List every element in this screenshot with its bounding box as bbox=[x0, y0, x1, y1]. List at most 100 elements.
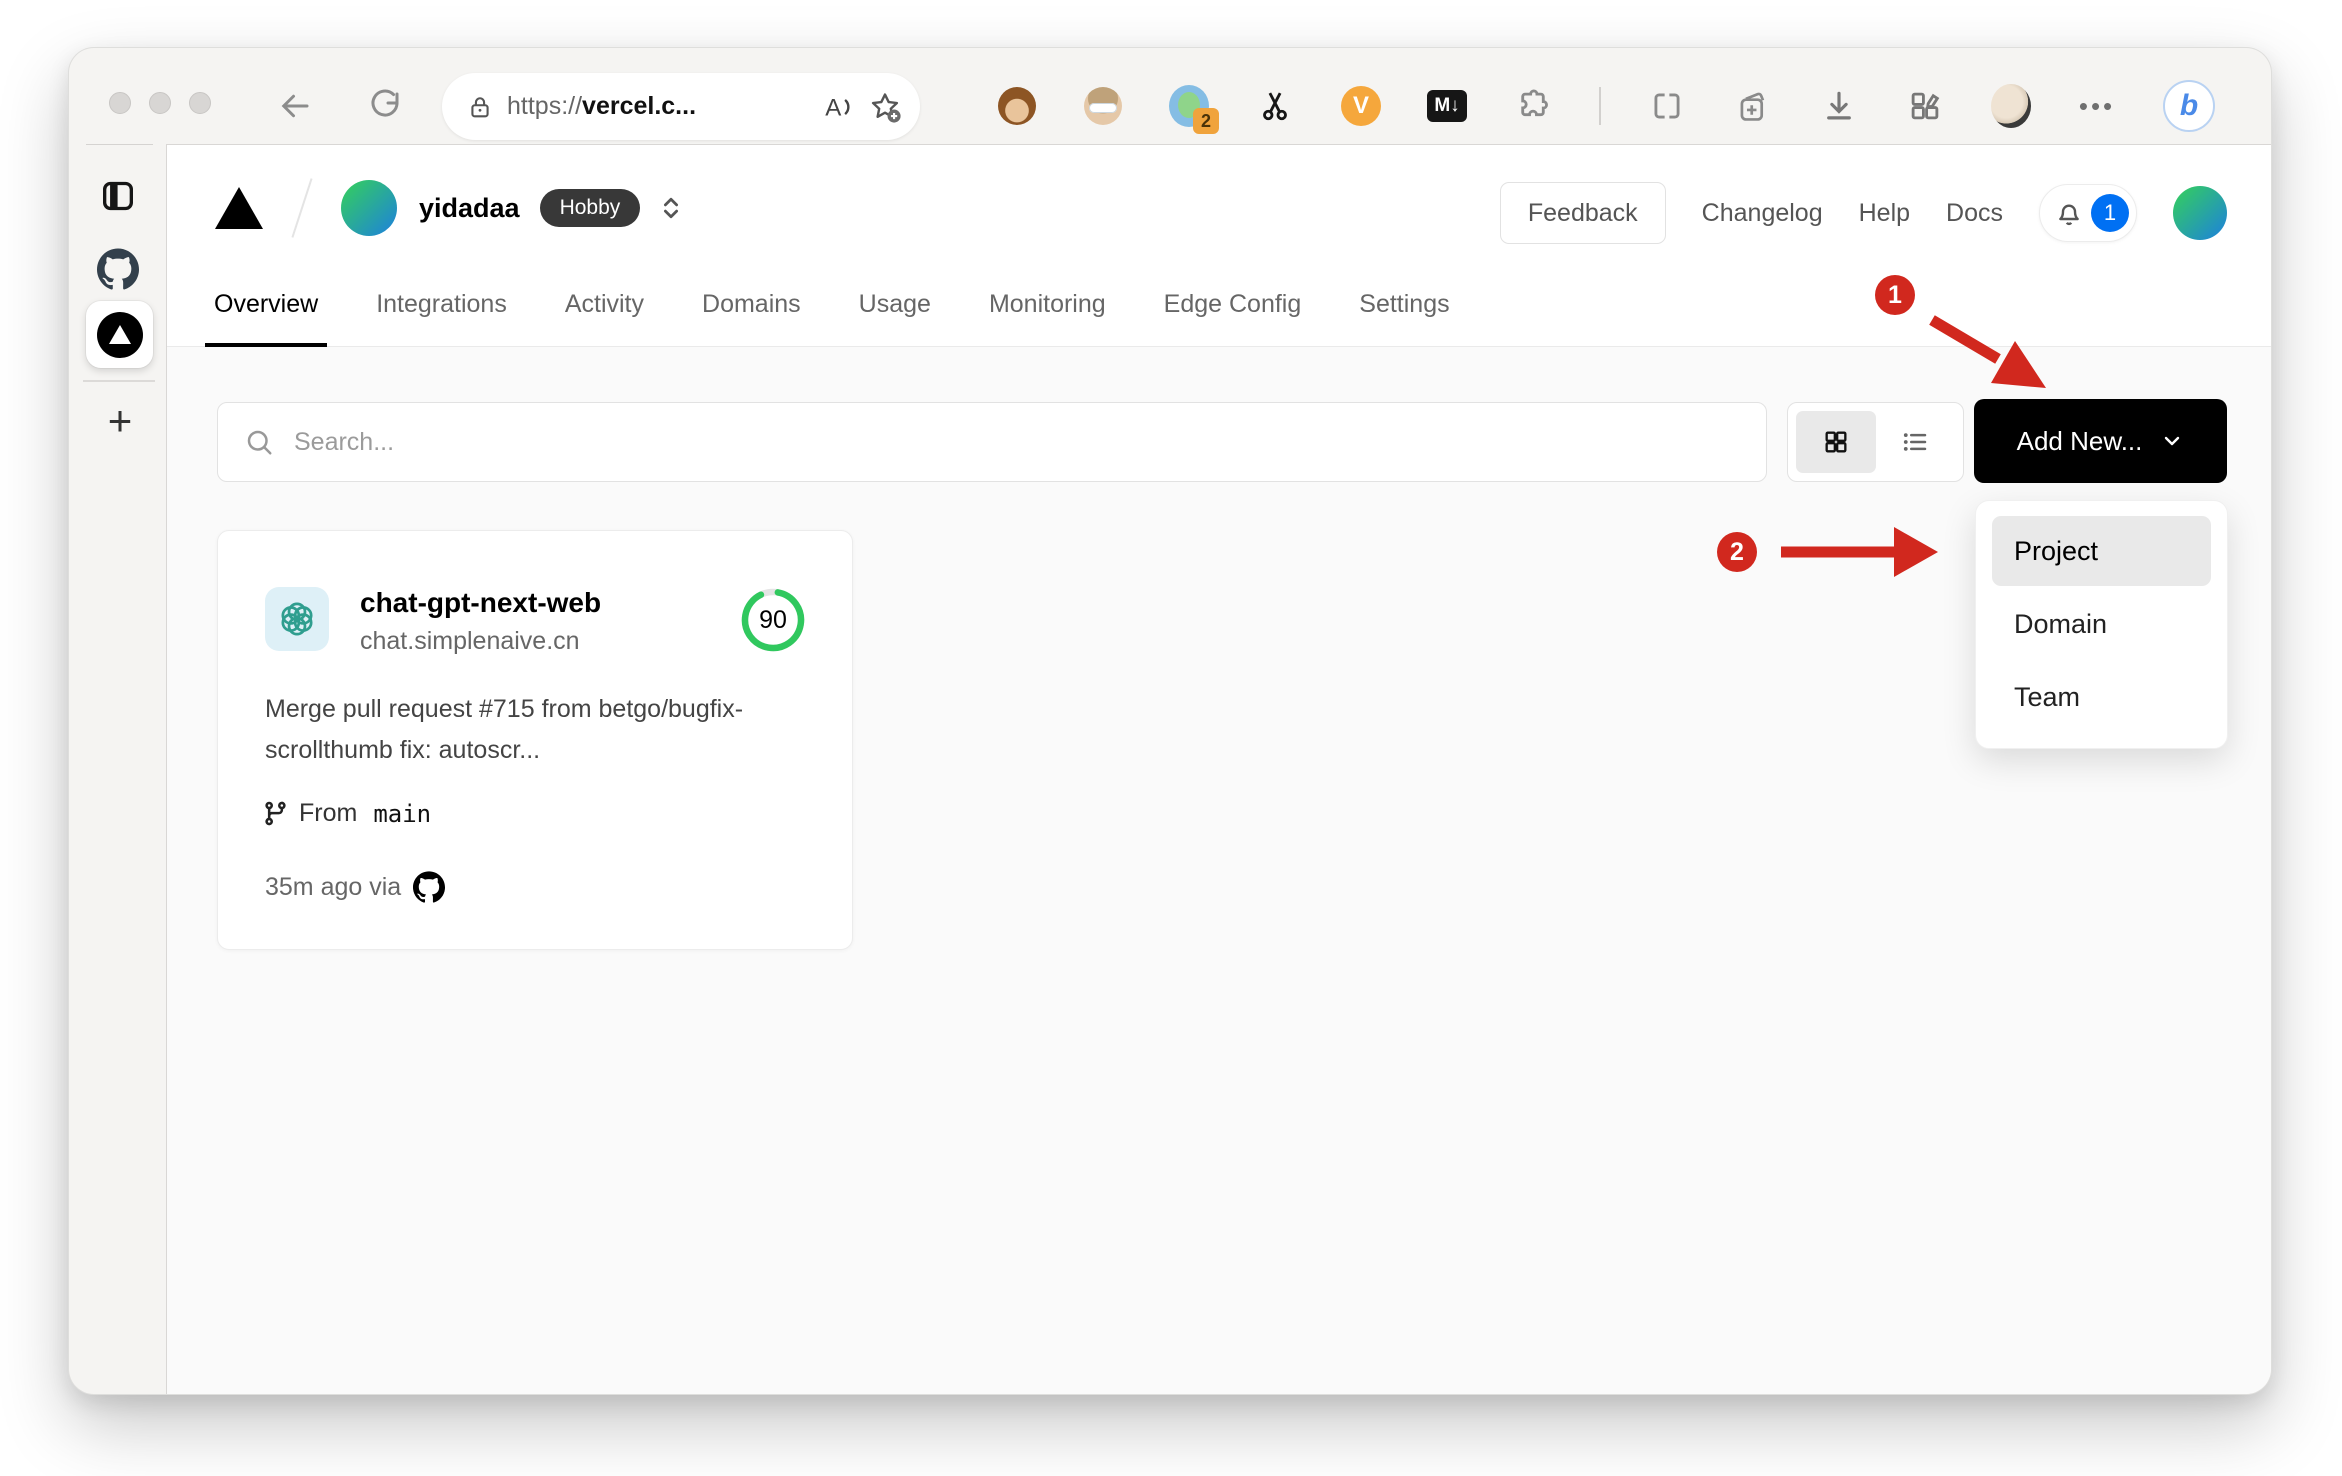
minimize-window-button[interactable] bbox=[149, 92, 171, 114]
reload-icon bbox=[371, 89, 399, 117]
list-view-button[interactable] bbox=[1876, 411, 1956, 473]
project-card[interactable]: chat-gpt-next-web chat.simplenaive.cn 90… bbox=[217, 530, 853, 950]
tab-overview[interactable]: Overview bbox=[204, 290, 328, 347]
more-menu-button[interactable]: ••• bbox=[2077, 86, 2117, 126]
dashboard-header: yidadaa Hobby Feedback Changelog Help Do… bbox=[167, 145, 2271, 347]
vercel-logo-icon[interactable] bbox=[215, 187, 263, 229]
sidebar-divider bbox=[86, 144, 153, 145]
openai-logo-icon bbox=[281, 602, 313, 636]
sidebar-vercel-tab-active[interactable] bbox=[86, 301, 153, 368]
read-aloud-icon[interactable]: A bbox=[821, 90, 855, 124]
commit-message: Merge pull request #715 from betgo/bugfi… bbox=[265, 695, 744, 764]
search-icon bbox=[247, 430, 272, 455]
branch-name: main bbox=[373, 799, 432, 828]
tab-monitoring[interactable]: Monitoring bbox=[986, 290, 1109, 346]
team-avatar[interactable] bbox=[341, 180, 397, 236]
split-screen-icon[interactable] bbox=[1647, 86, 1687, 126]
search-input[interactable] bbox=[294, 427, 1740, 457]
tab-domains[interactable]: Domains bbox=[699, 290, 804, 346]
apps-grid-icon[interactable] bbox=[1905, 86, 1945, 126]
dropdown-item-project[interactable]: Project bbox=[1992, 516, 2211, 586]
plan-badge: Hobby bbox=[539, 189, 641, 227]
team-name[interactable]: yidadaa bbox=[419, 193, 520, 224]
list-view-icon bbox=[1904, 433, 1927, 451]
scissors-extension-icon[interactable] bbox=[1255, 86, 1295, 126]
project-search bbox=[217, 402, 1767, 482]
dropdown-item-domain[interactable]: Domain bbox=[1992, 589, 2211, 659]
bell-icon bbox=[2059, 204, 2079, 226]
git-branch-icon bbox=[265, 801, 286, 826]
extension-badge: 2 bbox=[1193, 108, 1219, 134]
add-new-dropdown: Project Domain Team bbox=[1975, 500, 2228, 749]
add-favorite-star-icon[interactable] bbox=[868, 90, 902, 124]
monkey-extension-icon[interactable] bbox=[997, 86, 1037, 126]
deploy-meta: 35m ago via bbox=[265, 871, 446, 903]
view-toggle bbox=[1787, 402, 1964, 482]
sidebar-github-tab[interactable] bbox=[96, 247, 140, 291]
branch-row: From main bbox=[262, 799, 431, 828]
breadcrumb-slash bbox=[291, 178, 313, 238]
score-value: 90 bbox=[759, 605, 787, 634]
toolbar-extensions: 2 V M↓ ••• b bbox=[997, 78, 2215, 134]
window-controls bbox=[109, 92, 211, 114]
docs-link[interactable]: Docs bbox=[1946, 199, 2003, 228]
lock-icon bbox=[471, 96, 489, 117]
add-new-button[interactable]: Add New... bbox=[1974, 399, 2227, 483]
url-text: https://vercel.c... bbox=[507, 92, 697, 120]
dashboard-tabs: Overview Integrations Activity Domains U… bbox=[204, 290, 1453, 347]
add-new-label: Add New... bbox=[2016, 425, 2143, 456]
sidebar-panel-toggle[interactable] bbox=[96, 174, 140, 218]
user-avatar[interactable] bbox=[2173, 186, 2227, 240]
project-domain[interactable]: chat.simplenaive.cn bbox=[360, 627, 580, 656]
vercel-dashboard: yidadaa Hobby Feedback Changelog Help Do… bbox=[166, 144, 2271, 1394]
annotation-step-2: 2 bbox=[1717, 532, 1757, 572]
tab-integrations[interactable]: Integrations bbox=[373, 290, 510, 346]
vimium-extension-icon[interactable]: V bbox=[1341, 86, 1381, 126]
project-favicon bbox=[265, 587, 329, 651]
dropdown-item-team[interactable]: Team bbox=[1992, 662, 2211, 732]
changelog-link[interactable]: Changelog bbox=[1702, 199, 1823, 228]
collections-icon[interactable] bbox=[1733, 86, 1773, 126]
new-tab-button[interactable]: + bbox=[98, 397, 142, 444]
feedback-button[interactable]: Feedback bbox=[1499, 182, 1666, 244]
extensions-puzzle-icon[interactable] bbox=[1513, 86, 1553, 126]
browser-window: https://vercel.c... A 2 V M↓ ••• b + yid… bbox=[68, 47, 2272, 1395]
project-name[interactable]: chat-gpt-next-web bbox=[360, 587, 601, 619]
address-bar[interactable]: https://vercel.c... A bbox=[442, 73, 920, 140]
badged-extension-icon[interactable]: 2 bbox=[1169, 85, 1219, 134]
back-arrow-icon bbox=[281, 94, 309, 118]
browser-profile-avatar[interactable] bbox=[1991, 84, 2031, 128]
help-link[interactable]: Help bbox=[1859, 199, 1910, 228]
tab-settings[interactable]: Settings bbox=[1356, 290, 1452, 346]
deploy-time: 35m ago via bbox=[265, 872, 402, 901]
vercel-favicon bbox=[96, 311, 143, 358]
reload-button[interactable] bbox=[363, 84, 407, 128]
github-icon bbox=[413, 871, 446, 903]
annotation-step-1: 1 bbox=[1875, 275, 1915, 315]
score-ring: 90 bbox=[740, 587, 806, 653]
tab-activity[interactable]: Activity bbox=[562, 290, 647, 346]
chevron-down-icon bbox=[2165, 436, 2180, 446]
bing-chat-icon[interactable]: b bbox=[2163, 80, 2215, 132]
header-actions: Feedback Changelog Help Docs 1 bbox=[1499, 181, 2227, 245]
tab-usage[interactable]: Usage bbox=[856, 290, 934, 346]
notifications-button[interactable]: 1 bbox=[2039, 184, 2137, 242]
markdown-extension-icon[interactable]: M↓ bbox=[1427, 86, 1467, 126]
close-window-button[interactable] bbox=[109, 92, 131, 114]
team-breadcrumb: yidadaa Hobby bbox=[215, 175, 686, 241]
avatar-extension-icon[interactable] bbox=[1083, 86, 1123, 126]
zoom-window-button[interactable] bbox=[189, 92, 211, 114]
grid-view-icon bbox=[1825, 431, 1847, 453]
svg-text:A: A bbox=[825, 94, 842, 121]
branch-label: From bbox=[299, 799, 358, 827]
back-button[interactable] bbox=[273, 84, 317, 128]
grid-view-button[interactable] bbox=[1796, 411, 1876, 473]
plus-icon: + bbox=[107, 397, 133, 444]
tab-edge-config[interactable]: Edge Config bbox=[1161, 290, 1305, 346]
sidebar-active-divider bbox=[83, 380, 155, 382]
toolbar-divider bbox=[1599, 87, 1601, 125]
github-icon bbox=[97, 248, 139, 290]
team-switcher-chevrons-icon[interactable] bbox=[656, 193, 686, 223]
downloads-icon[interactable] bbox=[1819, 86, 1859, 126]
notification-count-badge: 1 bbox=[2091, 194, 2129, 232]
